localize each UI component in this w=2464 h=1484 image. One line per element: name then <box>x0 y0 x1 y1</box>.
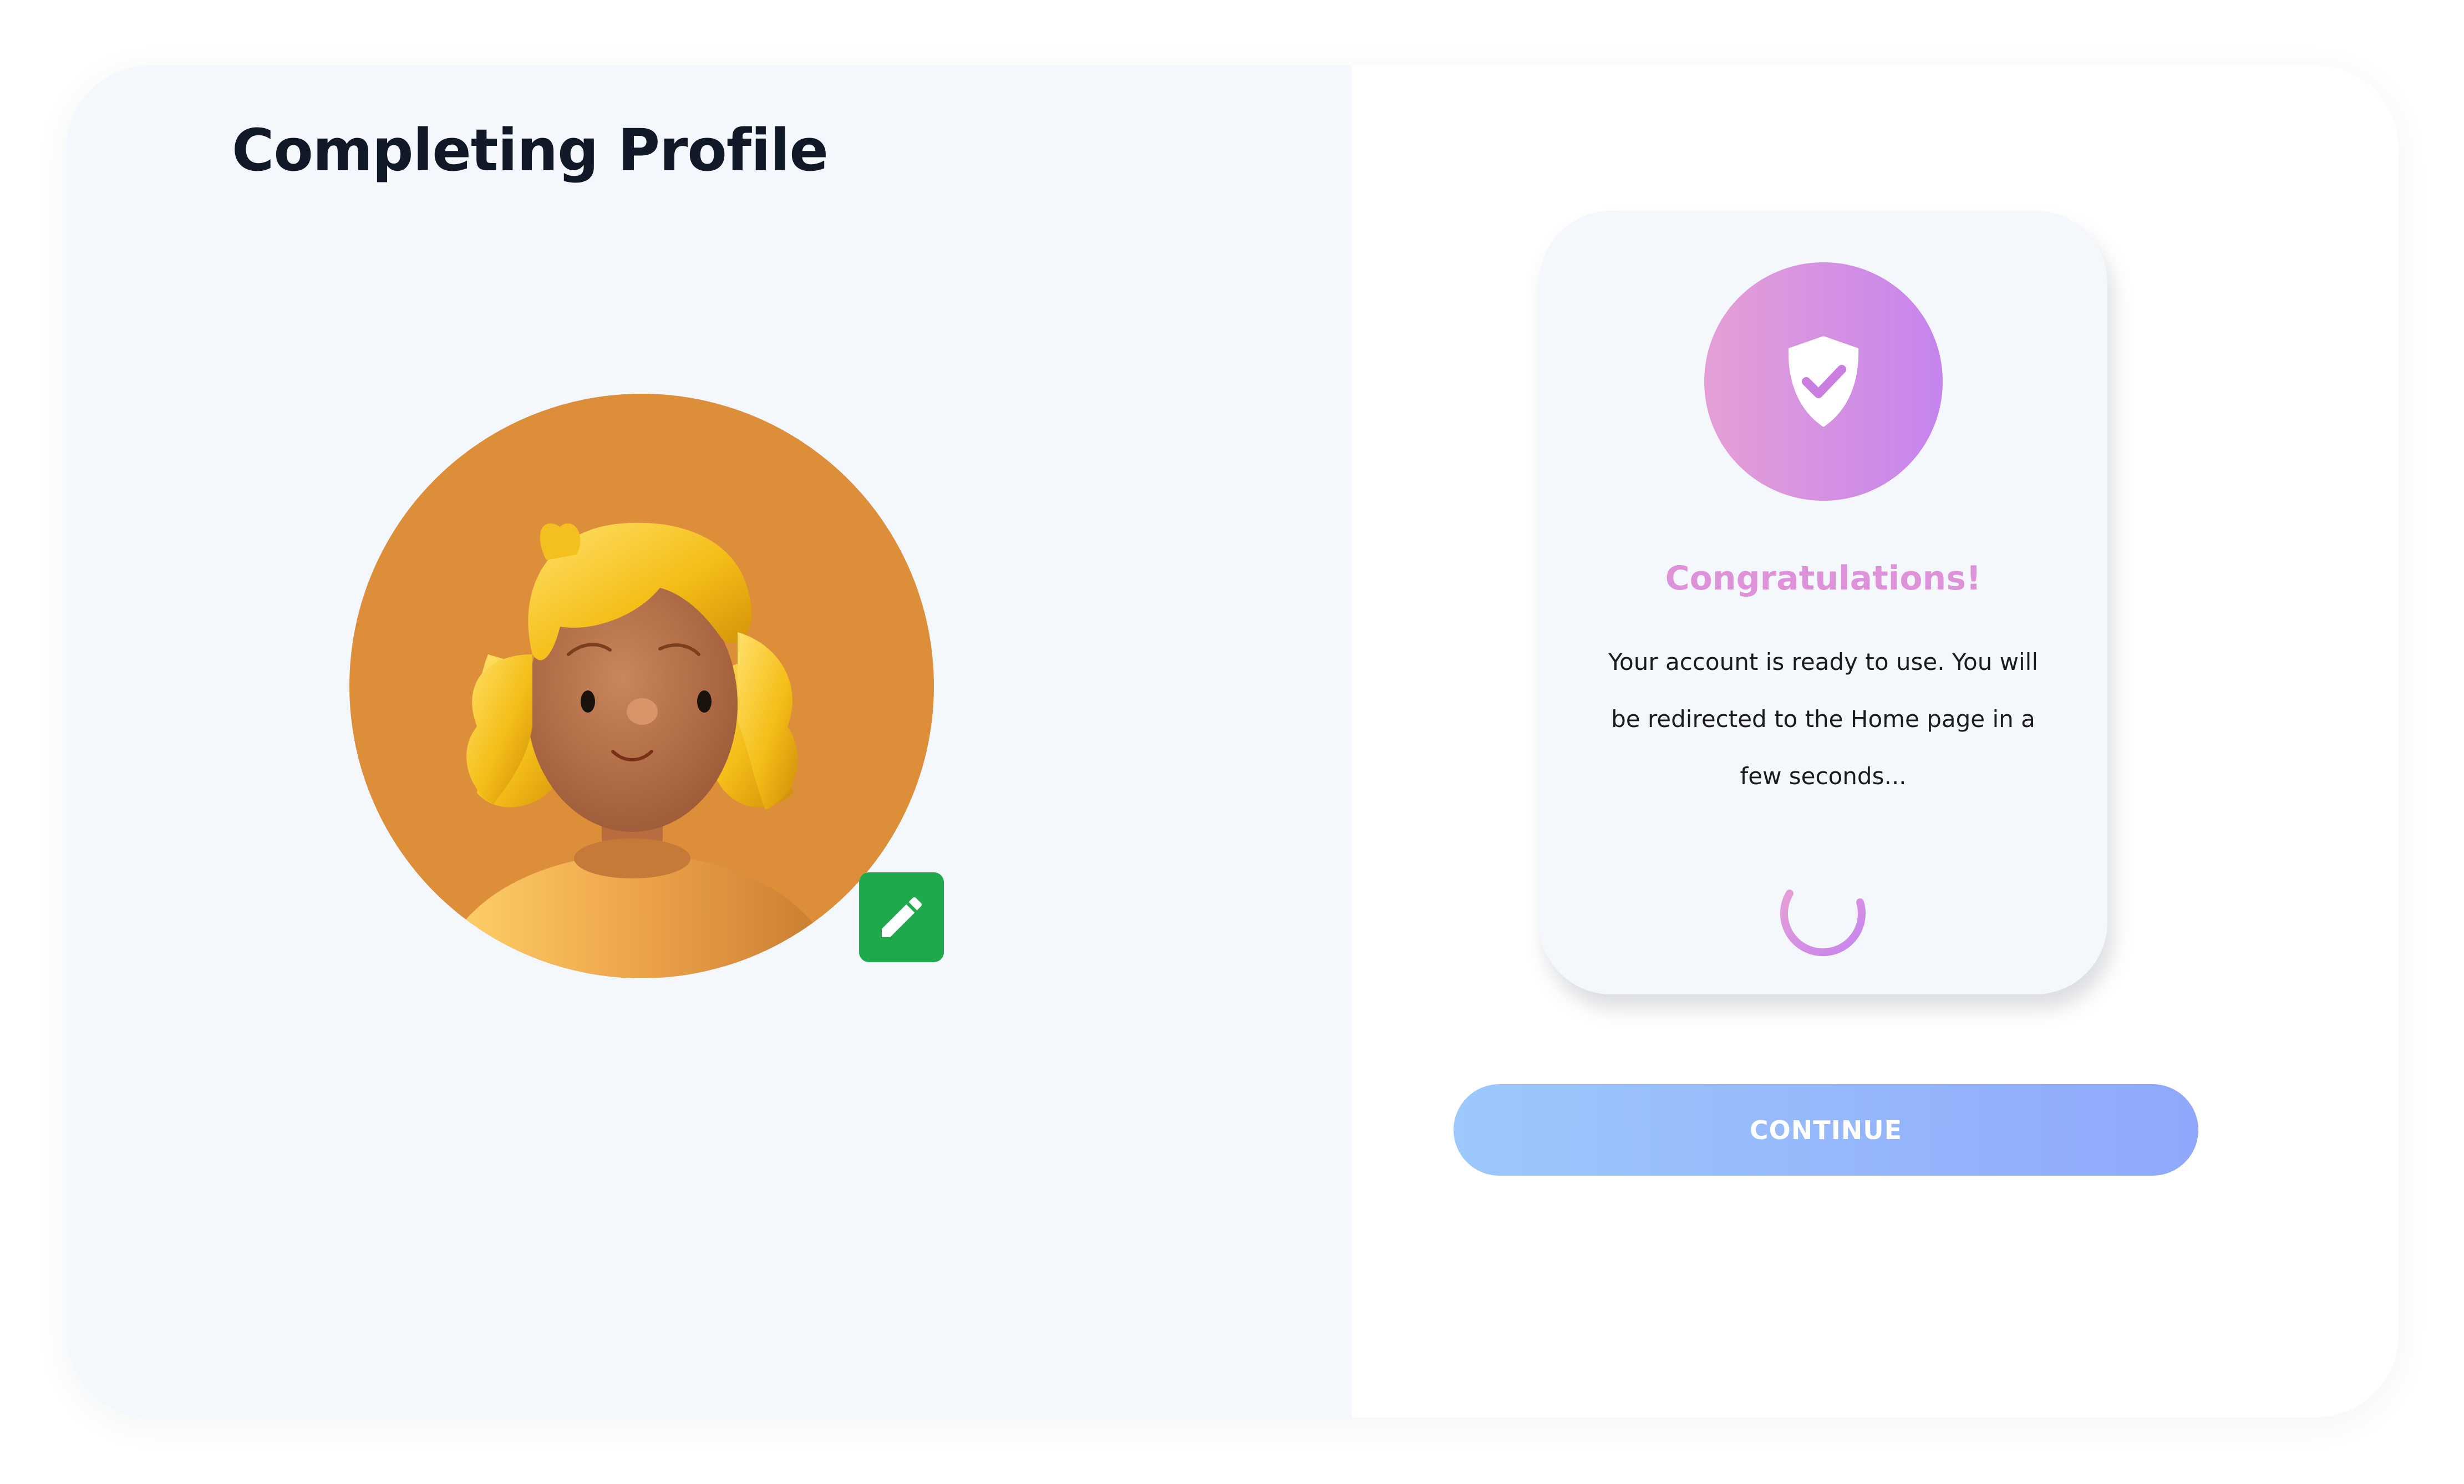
message-line-3: few seconds... <box>1740 763 1907 790</box>
avatar <box>349 394 934 978</box>
spinner-icon <box>1780 890 1866 957</box>
success-card: Congratulations! Your account is ready t… <box>1539 211 2107 994</box>
message-line-2: be redirected to the Home page in a <box>1611 705 2035 733</box>
success-heading: Congratulations! <box>1665 559 1982 598</box>
page-title: Completing Profile <box>232 116 829 184</box>
pencil-icon <box>881 897 922 937</box>
shield-check-icon <box>1788 336 1859 427</box>
avatar-illustration <box>438 522 837 978</box>
edit-avatar-button[interactable] <box>859 872 944 962</box>
success-badge <box>1704 262 1943 501</box>
continue-button[interactable]: CONTINUE <box>1454 1084 2198 1176</box>
success-message: Your account is ready to use. You will b… <box>1589 633 2057 805</box>
message-line-1: Your account is ready to use. You will <box>1608 648 2039 675</box>
